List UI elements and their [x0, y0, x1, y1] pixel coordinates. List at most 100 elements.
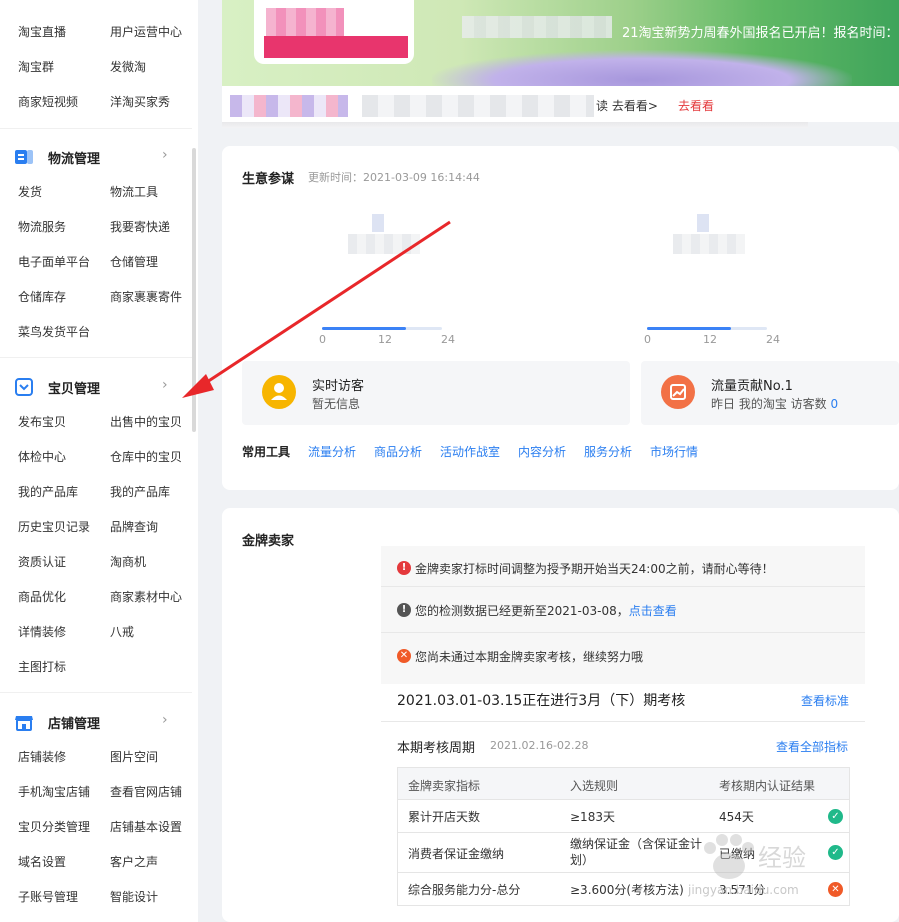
gauge-track [647, 327, 767, 330]
sidebar-link[interactable]: 物流工具 [110, 183, 158, 200]
traffic-top-box[interactable]: 流量贡献No.1 昨日 我的淘宝 访客数 0 [641, 361, 899, 425]
cycle-title: 本期考核周期 [397, 741, 476, 756]
sidebar-link[interactable]: 仓储管理 [110, 253, 158, 270]
chart-icon [661, 375, 695, 409]
close-circle-icon: ✕ [397, 649, 411, 663]
sidebar-link[interactable]: 八戒 [110, 623, 134, 640]
sidebar-link[interactable]: 我要寄快递 [110, 218, 170, 235]
banner-text: 21淘宝新势力周春外国报名已开启！报名时间： [622, 26, 899, 41]
notice-text: 您尚未通过本期金牌卖家考核，继续努力哦 [415, 650, 644, 664]
tool-service-analysis[interactable]: 服务分析 [584, 443, 632, 460]
metric-cell: 综合服务能力分-总分 [408, 883, 521, 897]
sidebar-link[interactable]: 店铺装修 [18, 748, 66, 765]
sidebar-link-user-ops[interactable]: 用户运营中心 [110, 23, 182, 40]
sidebar-link[interactable]: 智能设计 [110, 888, 158, 905]
sidebar-link[interactable]: 我的产品库 [110, 483, 170, 500]
sidebar-link[interactable]: 图片空间 [110, 748, 158, 765]
update-time: 更新时间：2021-03-09 16:14:44 [308, 171, 480, 184]
chevron-right-icon: › [162, 712, 168, 728]
sidebar-link[interactable]: 商家裹裹寄件 [110, 288, 182, 305]
divider [381, 586, 865, 587]
tool-market-trends[interactable]: 市场行情 [650, 443, 698, 460]
realtime-visitors-box[interactable]: 实时访客 暂无信息 [242, 361, 630, 425]
sidebar-link-weitao[interactable]: 发微淘 [110, 58, 146, 75]
tool-product-analysis[interactable]: 商品分析 [374, 443, 422, 460]
promo-banner[interactable]: 21淘宝新势力周春外国报名已开启！报名时间： [222, 0, 899, 86]
notice-text-main: 您的检测数据已经更新至2021-03-08， [415, 604, 629, 618]
notice-text: 金牌卖家打标时间调整为授予期开始当天24:00之前，请耐心等待！ [415, 562, 774, 576]
sidebar-link[interactable]: 客户之声 [110, 853, 158, 870]
rule-cell: ≥183天 [570, 810, 615, 824]
gauge-tick: 24 [441, 333, 455, 346]
sidebar-section-shop[interactable]: 店铺管理 › [14, 710, 174, 734]
sidebar-link[interactable]: 物流服务 [18, 218, 66, 235]
sidebar-link[interactable]: 发货 [18, 183, 42, 200]
sidebar-link[interactable]: 仓库中的宝贝 [110, 448, 182, 465]
alert-icon: ! [397, 561, 411, 575]
sidebar-link[interactable]: 商品优化 [18, 588, 66, 605]
sidebar-link-live[interactable]: 淘宝直播 [18, 23, 66, 40]
sidebar-link[interactable]: 查看官网店铺 [110, 783, 182, 800]
divider [381, 632, 865, 633]
stat-subtitle: 昨日 我的淘宝 访客数 0 [711, 395, 838, 412]
sidebar-link[interactable]: 宝贝分类管理 [18, 818, 90, 835]
stat-subtitle-text: 昨日 我的淘宝 访客数 [711, 397, 827, 411]
tool-traffic-analysis[interactable]: 流量分析 [308, 443, 356, 460]
assessment-period-row: 2021.03.01-03.15正在进行3月（下）期考核 查看标准 [381, 684, 865, 722]
view-standard-link[interactable]: 查看标准 [801, 692, 849, 709]
sidebar-link-short-video[interactable]: 商家短视频 [18, 93, 78, 110]
metric-cell: 累计开店天数 [408, 810, 481, 824]
sidebar-link[interactable]: 手机淘宝店铺 [18, 783, 90, 800]
tool-content-analysis[interactable]: 内容分析 [518, 443, 566, 460]
sidebar-link[interactable]: 出售中的宝贝 [110, 413, 182, 430]
tool-campaign-room[interactable]: 活动作战室 [440, 443, 500, 460]
sidebar-link-buyer-show[interactable]: 洋淘买家秀 [110, 93, 170, 110]
view-all-metrics-link[interactable]: 查看全部指标 [776, 738, 848, 755]
announcement-text[interactable]: 读 去看看> [596, 97, 658, 114]
chevron-right-icon: › [162, 147, 168, 163]
view-details-link[interactable]: 点击查看 [629, 604, 677, 618]
sidebar-link[interactable]: 商家素材中心 [110, 588, 182, 605]
svg-text:经验: 经验 [758, 844, 806, 872]
blurred-value [372, 214, 384, 232]
sidebar-link[interactable]: 店铺基本设置 [110, 818, 182, 835]
sidebar-link[interactable]: 品牌查询 [110, 518, 158, 535]
sidebar-section-products[interactable]: 宝贝管理 › [14, 375, 174, 399]
sidebar-link[interactable]: 历史宝贝记录 [18, 518, 90, 535]
table-header-cell: 考核期内认证结果 [719, 779, 816, 793]
watermark-graphic: 经验 jingyan.baidu.com [687, 834, 806, 897]
assessment-period-text: 2021.03.01-03.15正在进行3月（下）期考核 [397, 693, 686, 709]
cycle-date: 2021.02.16-02.28 [490, 739, 589, 752]
sidebar-link[interactable]: 详情装修 [18, 623, 66, 640]
sidebar-link[interactable]: 电子面单平台 [18, 253, 90, 270]
sidebar-link-group[interactable]: 淘宝群 [18, 58, 54, 75]
stat-value: 0 [830, 397, 839, 411]
sidebar-link[interactable]: 资质认证 [18, 553, 66, 570]
gold-seller-title: 金牌卖家 [242, 534, 295, 549]
sidebar-link[interactable]: 菜鸟发货平台 [18, 323, 90, 340]
sidebar-link[interactable]: 体检中心 [18, 448, 66, 465]
gauge-fill [647, 327, 731, 330]
seller-center-page: 淘宝直播 用户运营中心 淘宝群 发微淘 商家短视频 洋淘买家秀 物流管理 › 发… [0, 0, 899, 922]
sidebar-link[interactable]: 发布宝贝 [18, 413, 66, 430]
sidebar-divider [0, 357, 192, 358]
user-icon [262, 375, 296, 409]
sidebar-link[interactable]: 仓储库存 [18, 288, 66, 305]
stat-title: 实时访客 [312, 379, 365, 394]
announcement-link[interactable]: 去看看 [678, 97, 714, 114]
logistics-icon [14, 148, 34, 166]
sidebar-scrollbar[interactable] [192, 148, 196, 432]
sidebar-link[interactable]: 淘商机 [110, 553, 146, 570]
sidebar-link[interactable]: 主图打标 [18, 658, 66, 675]
sidebar-link[interactable]: 域名设置 [18, 853, 66, 870]
gauge-tick: 12 [703, 333, 717, 346]
sidebar-link[interactable]: 子账号管理 [18, 888, 78, 905]
sidebar-section-title: 店铺管理 [48, 717, 101, 732]
business-advisor-title: 生意参谋 [242, 172, 295, 187]
gauge-tick: 24 [766, 333, 780, 346]
notice-item: ! 金牌卖家打标时间调整为授予期开始当天24:00之前，请耐心等待！ [381, 552, 865, 586]
sidebar-section-logistics[interactable]: 物流管理 › [14, 145, 174, 169]
product-icon [14, 378, 34, 396]
info-icon: ! [397, 603, 411, 617]
sidebar-link[interactable]: 我的产品库 [18, 483, 78, 500]
